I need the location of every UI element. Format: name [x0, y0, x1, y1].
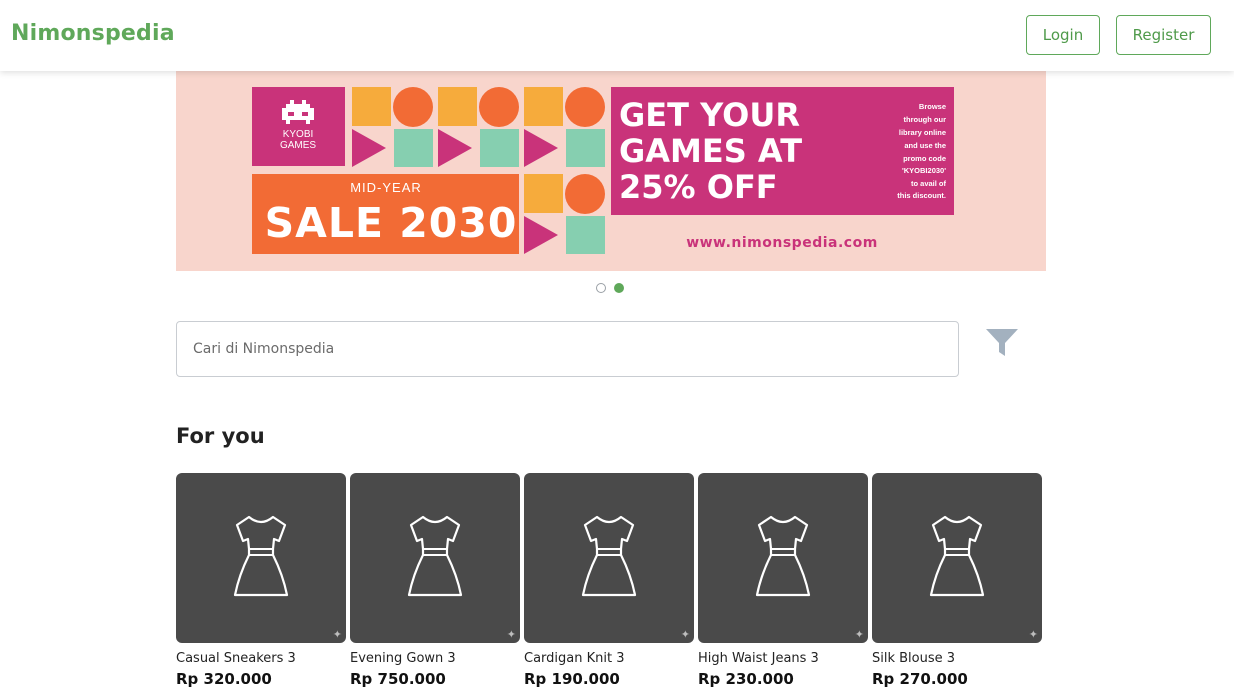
svg-text:promo code: promo code: [903, 154, 946, 163]
svg-text:to avail of: to avail of: [911, 179, 947, 188]
svg-text:'KYOBI2030': 'KYOBI2030': [902, 166, 946, 175]
filter-icon: [986, 329, 1018, 356]
sparkle-icon: ✦: [332, 628, 342, 641]
svg-text:through our: through our: [904, 115, 947, 124]
svg-text:this discount.: this discount.: [897, 191, 946, 200]
product-image[interactable]: ✦: [872, 473, 1042, 643]
product-card[interactable]: ✦ Silk Blouse 3 Rp 270.000: [872, 473, 1042, 688]
svg-text:SALE 2030: SALE 2030: [265, 199, 518, 247]
carousel-dot-1[interactable]: [596, 283, 606, 293]
svg-text:www.nimonspedia.com: www.nimonspedia.com: [686, 235, 878, 251]
sparkle-icon: ✦: [506, 628, 516, 641]
dress-icon: [233, 515, 289, 597]
product-name[interactable]: Evening Gown 3: [350, 651, 520, 666]
product-list: ✦ Casual Sneakers 3 Rp 320.000 ✦ Evening…: [176, 473, 1042, 688]
svg-text:GET YOUR: GET YOUR: [619, 96, 800, 134]
product-price: Rp 270.000: [872, 670, 968, 688]
product-name[interactable]: Casual Sneakers 3: [176, 651, 346, 666]
product-price: Rp 750.000: [350, 670, 446, 688]
svg-text:25% OFF: 25% OFF: [619, 168, 778, 206]
dress-icon: [929, 515, 985, 597]
product-image[interactable]: ✦: [524, 473, 694, 643]
promo-banner-graphic: KYOBI GAMES MID-YEAR SALE 2030 GET YOUR …: [176, 71, 1046, 271]
dress-icon: [755, 515, 811, 597]
svg-text:GAMES: GAMES: [280, 140, 316, 151]
dress-icon: [407, 515, 463, 597]
sparkle-icon: ✦: [1028, 628, 1038, 641]
dress-icon: [581, 515, 637, 597]
carousel-indicators: [596, 283, 624, 293]
svg-text:and use the: and use the: [904, 141, 946, 150]
product-name[interactable]: High Waist Jeans 3: [698, 651, 868, 666]
product-price: Rp 190.000: [524, 670, 620, 688]
svg-text:KYOBI: KYOBI: [283, 129, 314, 140]
product-image[interactable]: ✦: [176, 473, 346, 643]
sparkle-icon: ✦: [854, 628, 864, 641]
section-title: For you: [176, 424, 265, 448]
register-button[interactable]: Register: [1116, 15, 1211, 55]
product-name[interactable]: Cardigan Knit 3: [524, 651, 694, 666]
sparkle-icon: ✦: [680, 628, 690, 641]
product-image[interactable]: ✦: [698, 473, 868, 643]
carousel-dot-2[interactable]: [614, 283, 624, 293]
search-input[interactable]: [176, 321, 959, 377]
svg-text:Browse: Browse: [919, 102, 946, 111]
product-card[interactable]: ✦ Casual Sneakers 3 Rp 320.000: [176, 473, 346, 688]
login-button[interactable]: Login: [1026, 15, 1100, 55]
product-price: Rp 320.000: [176, 670, 272, 688]
svg-text:MID-YEAR: MID-YEAR: [350, 180, 422, 195]
product-name[interactable]: Silk Blouse 3: [872, 651, 1042, 666]
svg-text:library online: library online: [899, 128, 946, 137]
product-card[interactable]: ✦ High Waist Jeans 3 Rp 230.000: [698, 473, 868, 688]
product-card[interactable]: ✦ Cardigan Knit 3 Rp 190.000: [524, 473, 694, 688]
brand-logo[interactable]: Nimonspedia: [11, 21, 175, 46]
product-price: Rp 230.000: [698, 670, 794, 688]
filter-button[interactable]: [984, 327, 1020, 359]
svg-text:GAMES AT: GAMES AT: [619, 132, 802, 170]
product-image[interactable]: ✦: [350, 473, 520, 643]
product-card[interactable]: ✦ Evening Gown 3 Rp 750.000: [350, 473, 520, 688]
promo-banner[interactable]: KYOBI GAMES MID-YEAR SALE 2030 GET YOUR …: [176, 71, 1046, 271]
navbar: Nimonspedia Login Register: [0, 0, 1234, 71]
